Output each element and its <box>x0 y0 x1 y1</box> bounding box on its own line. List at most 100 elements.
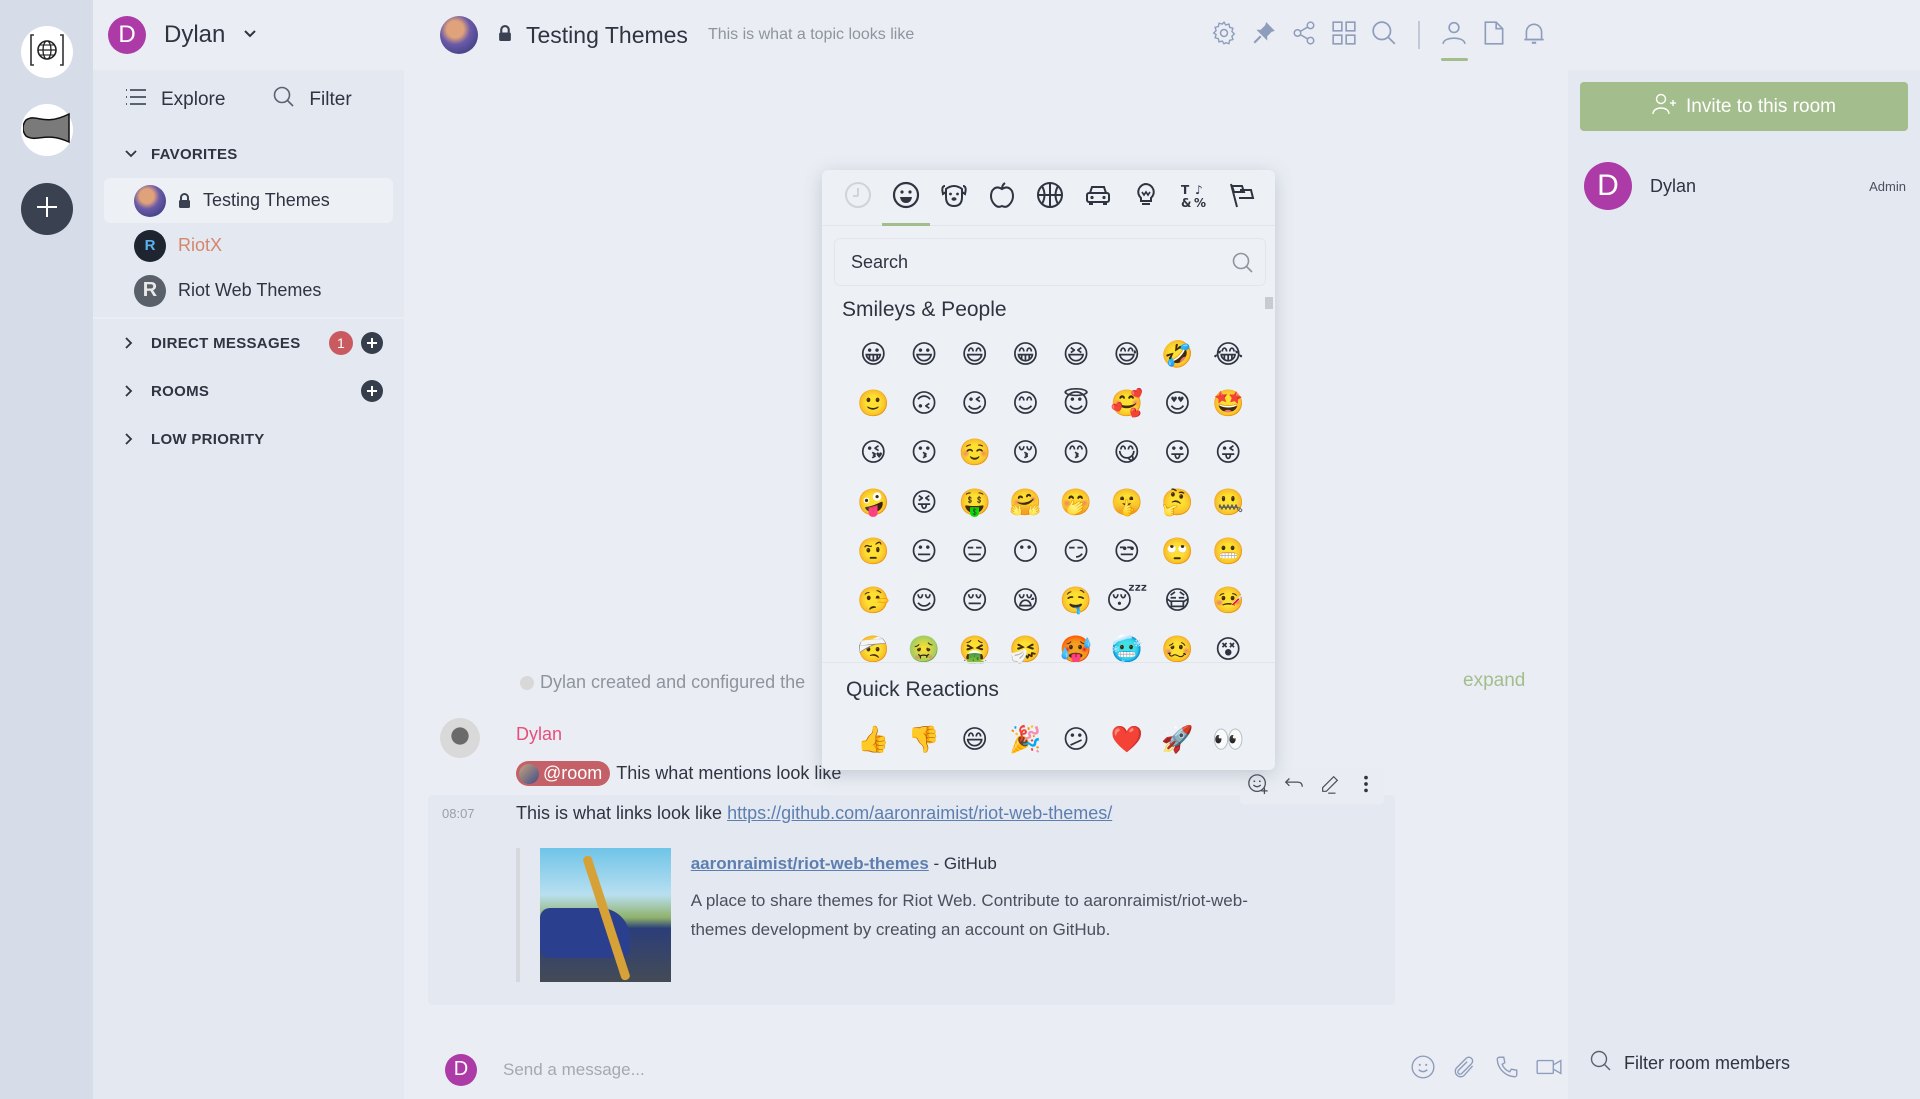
preview-image[interactable] <box>540 848 671 982</box>
emoji-button[interactable]: 🤐 <box>1203 478 1254 527</box>
category-flags[interactable] <box>1218 170 1266 226</box>
room-settings-button[interactable] <box>1204 15 1244 55</box>
expand-link[interactable]: expand <box>1463 670 1525 692</box>
section-favorites[interactable]: FAVORITES <box>93 130 404 178</box>
message-link[interactable]: https://github.com/aaronraimist/riot-web… <box>727 803 1112 823</box>
quick-reaction-button[interactable]: 👀 <box>1203 716 1254 764</box>
emoji-button[interactable]: 🤔 <box>1152 478 1203 527</box>
emoji-button[interactable]: 🥶 <box>1101 626 1152 675</box>
section-direct-messages[interactable]: DIRECT MESSAGES 1 <box>93 319 404 367</box>
section-low-priority[interactable]: LOW PRIORITY <box>93 415 404 463</box>
emoji-button[interactable]: 😷 <box>1152 576 1203 625</box>
emoji-button[interactable]: 😉 <box>949 379 1000 428</box>
emoji-button[interactable]: 😪 <box>1000 576 1051 625</box>
emoji-button[interactable]: 😙 <box>1051 429 1102 478</box>
emoji-button[interactable]: 🤕 <box>848 626 899 675</box>
quick-reaction-button[interactable]: 😄 <box>949 716 1000 764</box>
emoji-button[interactable]: 😑 <box>949 527 1000 576</box>
voice-call-button[interactable] <box>1488 1051 1526 1089</box>
emoji-search[interactable] <box>834 238 1266 286</box>
user-menu[interactable]: D Dylan <box>93 0 404 70</box>
emoji-button[interactable]: 😊 <box>1000 379 1051 428</box>
emoji-button[interactable]: 🥰 <box>1101 379 1152 428</box>
emoji-button[interactable]: 😂 <box>1203 330 1254 379</box>
emoji-button[interactable]: 😍 <box>1152 379 1203 428</box>
emoji-button[interactable]: 😵 <box>1203 626 1254 675</box>
members-button[interactable] <box>1434 15 1474 61</box>
category-food[interactable] <box>978 170 1026 226</box>
emoji-button[interactable]: 😶 <box>1000 527 1051 576</box>
emoji-button[interactable]: 🤑 <box>949 478 1000 527</box>
category-recent[interactable] <box>834 170 882 226</box>
notifications-button[interactable] <box>1514 15 1554 55</box>
filter-members-input[interactable]: Filter room members <box>1590 1050 1790 1077</box>
emoji-button[interactable]: 😬 <box>1203 527 1254 576</box>
emoji-button[interactable]: 😗 <box>899 429 950 478</box>
reply-button[interactable] <box>1276 768 1312 804</box>
quick-reaction-button[interactable]: 😕 <box>1051 716 1102 764</box>
room-avatar[interactable] <box>440 16 478 54</box>
emoji-button[interactable]: 😀 <box>848 330 899 379</box>
share-button[interactable] <box>1284 15 1324 55</box>
section-rooms[interactable]: ROOMS <box>93 367 404 415</box>
sender-name[interactable]: Dylan <box>516 724 562 745</box>
emoji-button[interactable]: 🤧 <box>1000 626 1051 675</box>
room-search-button[interactable] <box>1364 15 1404 55</box>
category-symbols[interactable]: T ♪ &% <box>1170 170 1218 226</box>
start-chat-button[interactable] <box>361 332 383 354</box>
attach-button[interactable] <box>1446 1051 1484 1089</box>
emoji-button[interactable]: 😋 <box>1101 429 1152 478</box>
emoji-button[interactable]: 😒 <box>1101 527 1152 576</box>
quick-reaction-button[interactable]: 👎 <box>899 716 950 764</box>
message-input[interactable] <box>503 1059 1303 1080</box>
emoji-search-input[interactable] <box>851 251 1211 273</box>
room-item-testing-themes[interactable]: Testing Themes <box>104 178 393 223</box>
emoji-button[interactable]: 🤪 <box>848 478 899 527</box>
explore-button[interactable]: Explore <box>125 87 225 113</box>
emoji-button[interactable]: 😇 <box>1051 379 1102 428</box>
emoji-button[interactable]: 🤢 <box>899 626 950 675</box>
emoji-button[interactable]: 🥴 <box>1152 626 1203 675</box>
emoji-button[interactable]: 😔 <box>949 576 1000 625</box>
emoji-scrollbar[interactable] <box>1265 297 1273 309</box>
mention-pill[interactable]: @room <box>516 761 611 786</box>
emoji-button[interactable]: 🤣 <box>1152 330 1203 379</box>
add-room-button[interactable] <box>361 380 383 402</box>
emoji-button[interactable]: 🤥 <box>848 576 899 625</box>
emoji-button[interactable]: 😄 <box>949 330 1000 379</box>
space-community[interactable] <box>21 104 73 156</box>
emoji-button[interactable]: 🥵 <box>1051 626 1102 675</box>
emoji-button[interactable]: 🙂 <box>848 379 899 428</box>
quick-reaction-button[interactable]: 👍 <box>848 716 899 764</box>
emoji-button[interactable]: 🤫 <box>1101 478 1152 527</box>
emoji-button[interactable]: 😆 <box>1051 330 1102 379</box>
category-travel[interactable] <box>1074 170 1122 226</box>
emoji-button[interactable]: 😁 <box>1000 330 1051 379</box>
emoji-button[interactable]: 🙃 <box>899 379 950 428</box>
room-title[interactable]: Testing Themes <box>526 22 688 49</box>
member-item[interactable]: D Dylan Admin <box>1584 162 1910 210</box>
quick-reaction-button[interactable]: ❤️ <box>1101 716 1152 764</box>
react-button[interactable] <box>1240 768 1276 804</box>
create-space-button[interactable] <box>21 183 73 235</box>
emoji-button[interactable]: 😘 <box>848 429 899 478</box>
category-animals[interactable] <box>930 170 978 226</box>
emoji-button[interactable]: 😚 <box>1000 429 1051 478</box>
files-button[interactable] <box>1474 15 1514 55</box>
sender-avatar[interactable] <box>440 718 480 758</box>
emoji-button[interactable]: 🤮 <box>949 626 1000 675</box>
emoji-button[interactable]: 😅 <box>1101 330 1152 379</box>
emoji-button[interactable]: 😛 <box>1152 429 1203 478</box>
category-objects[interactable] <box>1122 170 1170 226</box>
pinned-button[interactable] <box>1244 15 1284 55</box>
category-smileys[interactable] <box>882 170 930 226</box>
emoji-button[interactable]: 😝 <box>899 478 950 527</box>
video-call-button[interactable] <box>1530 1051 1568 1089</box>
quick-reaction-button[interactable]: 🚀 <box>1152 716 1203 764</box>
emoji-button[interactable]: 🙄 <box>1152 527 1203 576</box>
apps-button[interactable] <box>1324 15 1364 55</box>
emoji-button[interactable]: ☺️ <box>949 429 1000 478</box>
emoji-button[interactable]: 😐 <box>899 527 950 576</box>
space-home[interactable] <box>21 26 73 78</box>
emoji-button[interactable]: 🤭 <box>1051 478 1102 527</box>
